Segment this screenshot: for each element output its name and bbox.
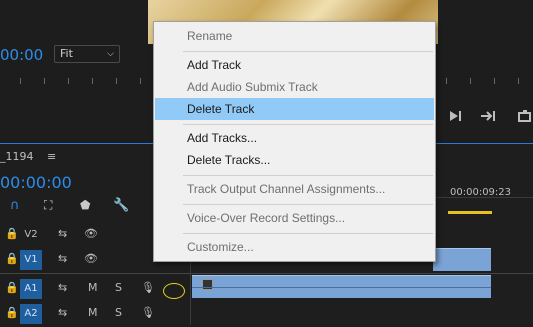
track-row-a1[interactable]: 🔒 A1 ⇆ M S 🎙 <box>0 276 190 302</box>
track-row-a2[interactable]: 🔒 A2 ⇆ M S 🎙 <box>0 301 190 327</box>
volume-line[interactable] <box>192 287 491 288</box>
video-clip[interactable] <box>433 248 491 271</box>
solo-button[interactable]: S <box>115 306 122 319</box>
program-timecode[interactable]: 00:00 <box>0 46 43 64</box>
menu-item-rename[interactable]: Rename <box>155 25 434 47</box>
mute-button[interactable]: M <box>88 306 98 319</box>
menu-item-add-audio-submix-track[interactable]: Add Audio Submix Track <box>155 76 434 98</box>
hamburger-icon[interactable]: ≡ <box>47 150 56 163</box>
microphone-icon[interactable]: 🎙 <box>141 306 155 319</box>
audio-clip[interactable] <box>192 275 491 298</box>
lock-icon[interactable]: 🔒 <box>5 227 19 240</box>
sync-lock-icon[interactable]: ⇆ <box>58 281 67 294</box>
menu-item-delete-tracks[interactable]: Delete Tracks... <box>155 149 434 171</box>
export-frame-icon[interactable] <box>518 109 533 127</box>
eye-icon[interactable]: 👁 <box>84 227 98 240</box>
step-forward-icon[interactable] <box>447 109 463 127</box>
sync-lock-icon[interactable]: ⇆ <box>58 252 67 265</box>
eye-icon[interactable]: 👁 <box>84 252 98 265</box>
menu-item-track-output-channel-assignments[interactable]: Track Output Channel Assignments... <box>155 178 434 200</box>
menu-separator <box>183 204 433 205</box>
fit-dropdown[interactable]: Fit ⌵ <box>54 45 120 63</box>
menu-separator <box>183 233 433 234</box>
snap-icon[interactable]: ∩ <box>10 198 20 213</box>
track-label[interactable]: A1 <box>20 279 42 299</box>
menu-separator <box>183 51 433 52</box>
track-divider <box>0 273 533 274</box>
context-menu: Rename Add Track Add Audio Submix Track … <box>153 21 436 262</box>
track-label[interactable]: V1 <box>20 250 42 270</box>
lock-icon[interactable]: 🔒 <box>5 252 19 265</box>
microphone-icon[interactable]: 🎙 <box>141 281 155 294</box>
go-to-out-icon[interactable] <box>480 109 498 127</box>
menu-item-voice-over-record-settings[interactable]: Voice-Over Record Settings... <box>155 207 434 229</box>
work-area-bar[interactable] <box>448 211 492 214</box>
lock-icon[interactable]: 🔒 <box>5 306 19 319</box>
annotation-circle <box>163 283 185 299</box>
wrench-icon[interactable]: 🔧 <box>113 198 129 213</box>
timeline-timecode[interactable]: 00:00:00 <box>0 173 72 192</box>
track-label[interactable]: V2 <box>20 225 42 245</box>
menu-separator <box>183 124 433 125</box>
fx-badge-icon <box>202 279 213 290</box>
mute-button[interactable]: M <box>88 281 98 294</box>
sequence-name: _1194 <box>0 150 34 163</box>
menu-item-add-tracks[interactable]: Add Tracks... <box>155 127 434 149</box>
menu-item-delete-track[interactable]: Delete Track <box>155 98 434 120</box>
lock-icon[interactable]: 🔒 <box>5 281 19 294</box>
menu-separator <box>183 175 433 176</box>
sequence-tab[interactable]: _1194 ≡ <box>0 150 56 163</box>
menu-item-add-track[interactable]: Add Track <box>155 54 434 76</box>
fit-label: Fit <box>60 47 73 60</box>
add-marker-icon[interactable]: ⬟ <box>80 198 90 212</box>
sync-lock-icon[interactable]: ⇆ <box>58 306 67 319</box>
linked-selection-icon[interactable]: ⛶ <box>44 198 52 213</box>
sync-lock-icon[interactable]: ⇆ <box>58 227 67 240</box>
menu-item-customize[interactable]: Customize... <box>155 236 434 258</box>
chevron-down-icon: ⌵ <box>107 49 114 59</box>
track-label[interactable]: A2 <box>20 304 42 324</box>
solo-button[interactable]: S <box>115 281 122 294</box>
